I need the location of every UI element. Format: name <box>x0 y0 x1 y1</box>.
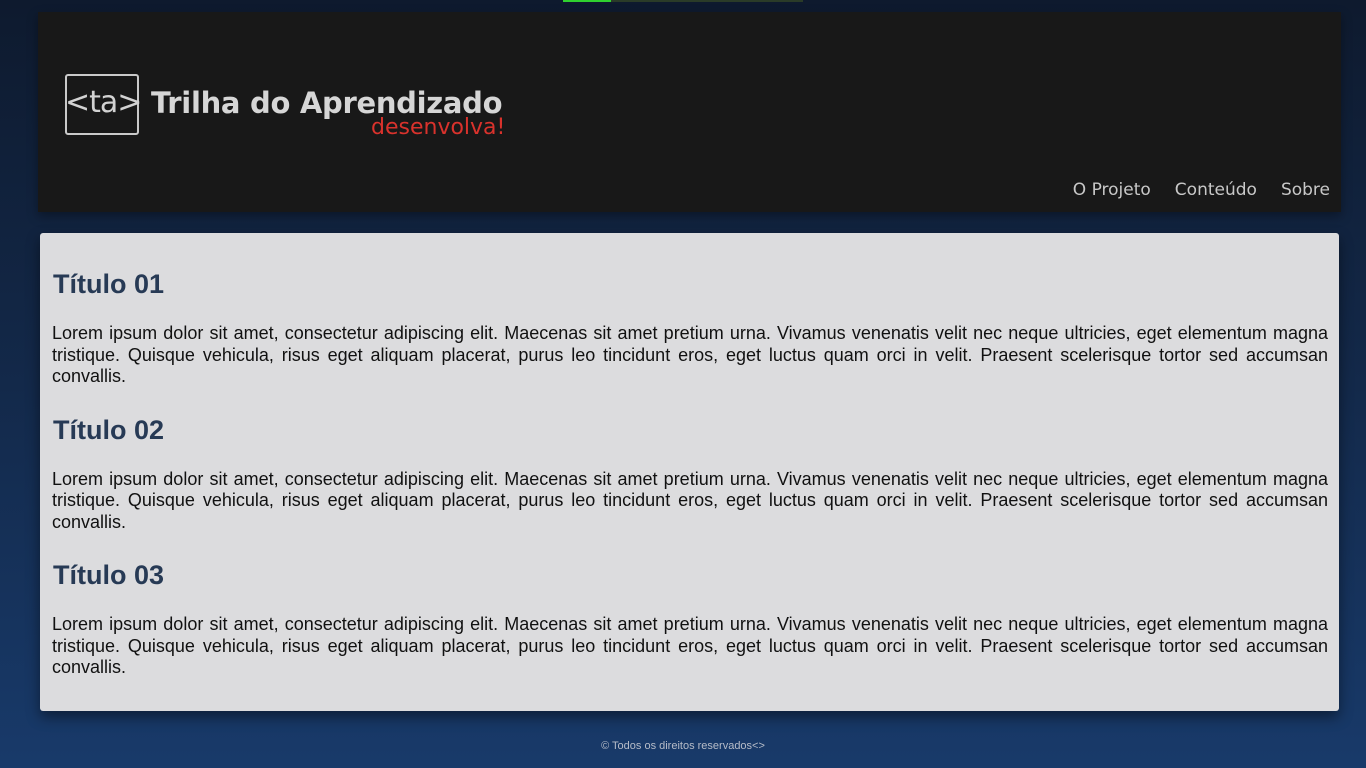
main-nav: O Projeto Conteúdo Sobre <box>1073 180 1330 200</box>
site-footer: © Todos os direitos reservados<> <box>0 740 1366 752</box>
site-logo[interactable]: <ta> Trilha do Aprendizado desenvolva! <box>65 74 535 154</box>
content-section: Título 01 Lorem ipsum dolor sit amet, co… <box>52 267 1328 388</box>
top-accent-track <box>611 0 803 2</box>
content-section: Título 02 Lorem ipsum dolor sit amet, co… <box>52 413 1328 534</box>
content-card: Título 01 Lorem ipsum dolor sit amet, co… <box>40 233 1339 711</box>
nav-link-o-projeto[interactable]: O Projeto <box>1073 180 1151 200</box>
logo-icon-text: <ta> <box>65 85 142 120</box>
section-title: Título 01 <box>53 269 165 299</box>
section-title: Título 02 <box>53 414 165 445</box>
content-section: Título 03 Lorem ipsum dolor sit amet, co… <box>52 558 1328 679</box>
site-header: <ta> Trilha do Aprendizado desenvolva! O… <box>38 12 1341 212</box>
top-accent-bar <box>563 0 611 2</box>
section-paragraph: Lorem ipsum dolor sit amet, consectetur … <box>52 614 1328 677</box>
nav-link-conteudo[interactable]: Conteúdo <box>1175 180 1257 200</box>
section-title: Título 03 <box>53 560 165 590</box>
nav-link-sobre[interactable]: Sobre <box>1281 180 1330 200</box>
section-paragraph: Lorem ipsum dolor sit amet, consectetur … <box>52 468 1328 532</box>
section-paragraph: Lorem ipsum dolor sit amet, consectetur … <box>52 323 1328 386</box>
logo-tagline: desenvolva! <box>371 115 506 140</box>
copyright-text: © Todos os direitos reservados<> <box>601 740 765 752</box>
